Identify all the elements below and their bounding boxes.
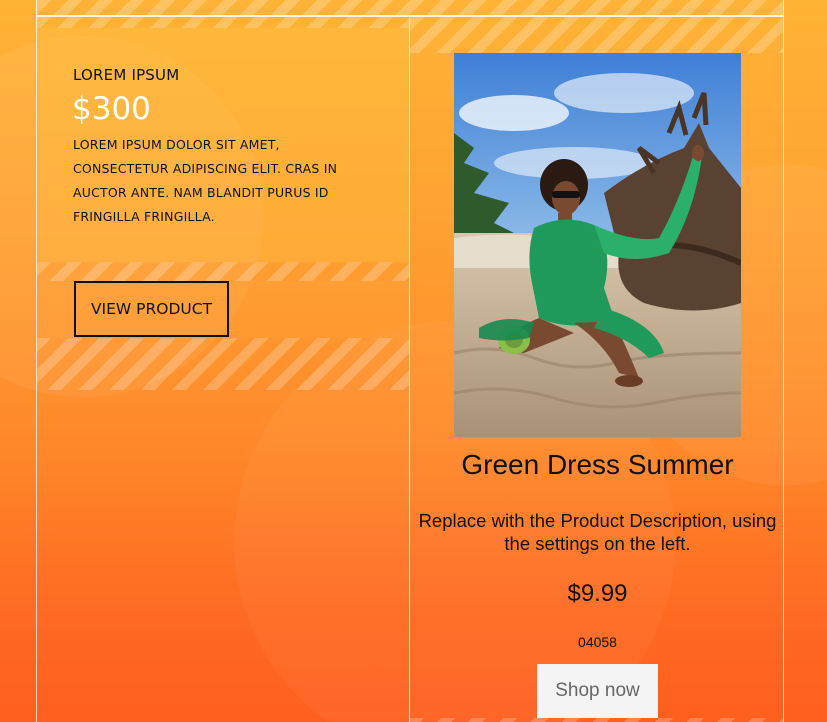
shop-now-button[interactable]: Shop now	[537, 664, 658, 718]
stripe-band	[37, 338, 409, 390]
product-card: Green Dress Summer Replace with the Prod…	[410, 17, 784, 722]
product-image[interactable]	[454, 53, 741, 437]
stripe-band	[37, 262, 409, 281]
product-name: Green Dress Summer	[461, 449, 734, 480]
promo-description: LOREM IPSUM DOLOR SIT AMET, CONSECTETUR …	[73, 137, 338, 224]
beach-photo-illustration	[454, 53, 741, 437]
view-product-button[interactable]: VIEW PRODUCT	[74, 281, 229, 337]
promo-title: LOREM IPSUM	[73, 66, 180, 84]
stripe-band	[37, 17, 409, 28]
top-stripe-band	[36, 0, 784, 15]
product-description: Replace with the Product Description, us…	[418, 510, 777, 554]
product-price: $9.99	[567, 580, 628, 607]
stripe-band	[410, 718, 783, 722]
left-promo-panel: LOREM IPSUM $300 LOREM IPSUM DOLOR SIT A…	[36, 17, 410, 722]
promo-price: $300	[72, 91, 151, 127]
stripe-band	[410, 17, 783, 53]
product-sku: 04058	[578, 634, 617, 650]
